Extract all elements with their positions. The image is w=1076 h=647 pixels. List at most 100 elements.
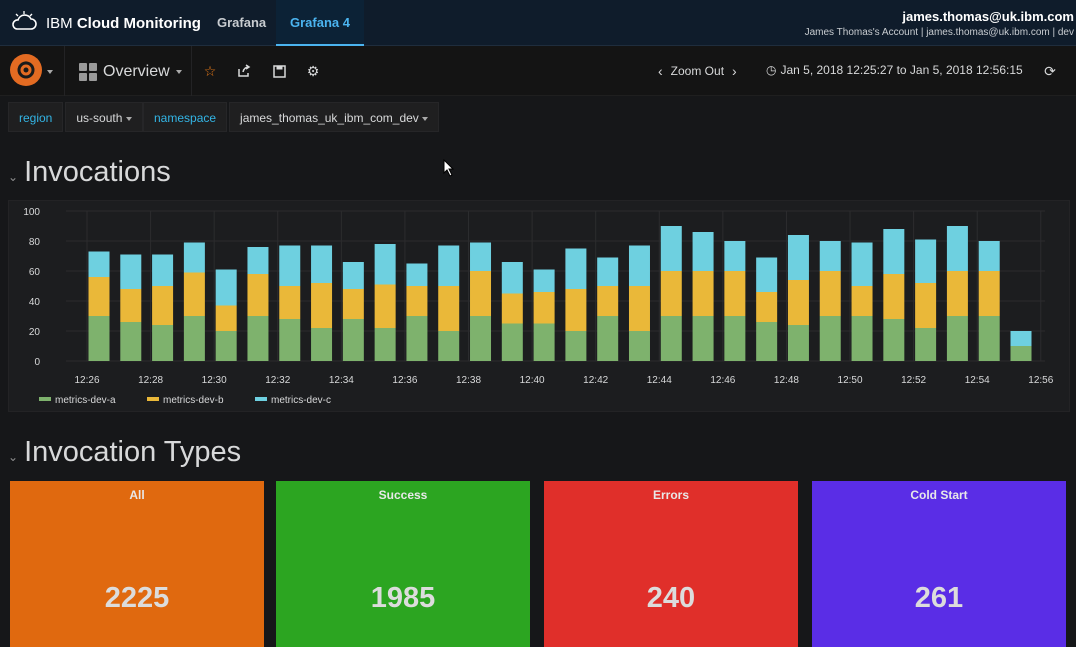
bar-metrics-dev-a[interactable] <box>183 316 205 361</box>
chevron-down-icon[interactable]: ⌄ <box>8 170 18 184</box>
bar-metrics-dev-c[interactable] <box>1010 331 1032 346</box>
bar-metrics-dev-a[interactable] <box>311 328 333 361</box>
bar-metrics-dev-c[interactable] <box>660 226 682 271</box>
bar-metrics-dev-c[interactable] <box>628 245 650 287</box>
bar-metrics-dev-a[interactable] <box>756 322 778 361</box>
legend-item[interactable]: metrics-dev-b <box>163 395 224 406</box>
bar-metrics-dev-b[interactable] <box>628 286 650 331</box>
bar-metrics-dev-a[interactable] <box>215 331 237 361</box>
chevron-down-icon[interactable]: ⌄ <box>8 450 18 464</box>
bar-metrics-dev-b[interactable] <box>120 289 142 322</box>
stat-panel-all[interactable]: All 2225 <box>10 481 264 647</box>
nav-tab-grafana[interactable]: Grafana <box>203 0 280 46</box>
bar-metrics-dev-b[interactable] <box>501 293 523 324</box>
bar-metrics-dev-c[interactable] <box>501 262 523 294</box>
bar-metrics-dev-c[interactable] <box>883 229 905 274</box>
bar-metrics-dev-b[interactable] <box>946 271 968 316</box>
bar-metrics-dev-a[interactable] <box>883 319 905 361</box>
bar-metrics-dev-c[interactable] <box>183 242 205 273</box>
bar-metrics-dev-c[interactable] <box>787 235 809 280</box>
bar-metrics-dev-a[interactable] <box>851 316 873 361</box>
bar-metrics-dev-a[interactable] <box>120 322 142 361</box>
bar-metrics-dev-c[interactable] <box>470 242 492 272</box>
bar-metrics-dev-b[interactable] <box>311 283 333 328</box>
time-range-picker[interactable]: ◷ Jan 5, 2018 12:25:27 to Jan 5, 2018 12… <box>766 63 1023 77</box>
bar-metrics-dev-b[interactable] <box>88 277 110 316</box>
bar-metrics-dev-c[interactable] <box>597 257 619 287</box>
save-icon[interactable] <box>270 62 288 80</box>
bar-metrics-dev-c[interactable] <box>946 226 968 271</box>
bar-metrics-dev-c[interactable] <box>215 269 237 306</box>
bar-metrics-dev-c[interactable] <box>374 244 396 285</box>
bar-metrics-dev-a[interactable] <box>819 316 841 361</box>
bar-metrics-dev-a[interactable] <box>374 328 396 361</box>
bar-metrics-dev-b[interactable] <box>565 289 587 331</box>
share-icon[interactable] <box>235 62 253 80</box>
dashboard-picker[interactable]: Overview <box>79 61 182 83</box>
stat-panel-success[interactable]: Success 1985 <box>276 481 530 647</box>
legend-item[interactable]: metrics-dev-a <box>55 395 116 406</box>
bar-metrics-dev-b[interactable] <box>438 286 460 331</box>
bar-metrics-dev-c[interactable] <box>406 263 428 287</box>
legend-item[interactable]: metrics-dev-c <box>271 395 331 406</box>
variable-dropdown[interactable]: james_thomas_uk_ibm_com_dev <box>229 102 440 132</box>
grafana-logo-icon[interactable] <box>10 54 42 86</box>
bar-metrics-dev-b[interactable] <box>724 271 746 316</box>
bar-metrics-dev-a[interactable] <box>533 323 555 362</box>
bar-metrics-dev-a[interactable] <box>406 316 428 361</box>
bar-metrics-dev-a[interactable] <box>152 325 174 361</box>
bar-metrics-dev-c[interactable] <box>311 245 333 284</box>
bar-metrics-dev-a[interactable] <box>438 331 460 361</box>
bar-metrics-dev-a[interactable] <box>279 319 301 361</box>
bar-metrics-dev-c[interactable] <box>724 241 746 271</box>
star-icon[interactable]: ☆ <box>201 62 219 80</box>
invocations-chart[interactable]: 0 20 40 60 80 100 12:26 12:28 12:30 12:32 12:34 12… <box>9 201 1069 411</box>
bar-metrics-dev-a[interactable] <box>724 316 746 361</box>
nav-tab-grafana-4[interactable]: Grafana 4 <box>276 0 364 46</box>
bar-metrics-dev-a[interactable] <box>915 328 937 361</box>
bar-metrics-dev-b[interactable] <box>660 271 682 316</box>
bar-metrics-dev-a[interactable] <box>470 316 492 361</box>
row-invocation-types[interactable]: ⌄ Invocation Types <box>8 436 241 469</box>
bar-metrics-dev-b[interactable] <box>406 286 428 316</box>
bar-metrics-dev-c[interactable] <box>978 241 1000 271</box>
bar-metrics-dev-b[interactable] <box>851 286 873 316</box>
bar-metrics-dev-b[interactable] <box>915 283 937 328</box>
variable-dropdown[interactable]: us-south <box>65 102 143 132</box>
bar-metrics-dev-a[interactable] <box>342 319 364 361</box>
bar-metrics-dev-b[interactable] <box>787 280 809 325</box>
bar-metrics-dev-c[interactable] <box>915 239 937 284</box>
bar-metrics-dev-b[interactable] <box>597 286 619 316</box>
zoom-out-button[interactable]: Zoom Out <box>671 64 724 78</box>
user-email[interactable]: james.thomas@uk.ibm.com <box>902 9 1074 24</box>
bar-metrics-dev-b[interactable] <box>183 272 205 317</box>
bar-metrics-dev-c[interactable] <box>756 257 778 293</box>
bar-metrics-dev-b[interactable] <box>883 274 905 319</box>
bar-metrics-dev-c[interactable] <box>438 245 460 287</box>
bar-metrics-dev-b[interactable] <box>978 271 1000 316</box>
bar-metrics-dev-a[interactable] <box>597 316 619 361</box>
bar-metrics-dev-c[interactable] <box>819 241 841 271</box>
bar-metrics-dev-b[interactable] <box>247 274 269 316</box>
bar-metrics-dev-c[interactable] <box>565 248 587 290</box>
bar-metrics-dev-a[interactable] <box>565 331 587 361</box>
bar-metrics-dev-a[interactable] <box>787 325 809 361</box>
bar-metrics-dev-a[interactable] <box>88 316 110 361</box>
bar-metrics-dev-b[interactable] <box>692 271 714 316</box>
bar-metrics-dev-b[interactable] <box>279 286 301 319</box>
bar-metrics-dev-a[interactable] <box>946 316 968 361</box>
bar-metrics-dev-c[interactable] <box>152 254 174 287</box>
stat-panel-cold-start[interactable]: Cold Start 261 <box>812 481 1066 647</box>
bar-metrics-dev-b[interactable] <box>756 292 778 322</box>
row-invocations[interactable]: ⌄ Invocations <box>8 156 171 189</box>
bar-metrics-dev-b[interactable] <box>152 286 174 325</box>
bar-metrics-dev-b[interactable] <box>374 284 396 329</box>
account-info[interactable]: James Thomas's Account | james.thomas@uk… <box>805 27 1074 38</box>
bar-metrics-dev-a[interactable] <box>501 323 523 362</box>
bar-metrics-dev-c[interactable] <box>247 247 269 274</box>
bar-metrics-dev-c[interactable] <box>851 242 873 287</box>
bar-metrics-dev-a[interactable] <box>1010 346 1032 361</box>
bar-metrics-dev-b[interactable] <box>533 292 555 324</box>
bar-metrics-dev-b[interactable] <box>819 271 841 316</box>
bar-metrics-dev-a[interactable] <box>660 316 682 361</box>
